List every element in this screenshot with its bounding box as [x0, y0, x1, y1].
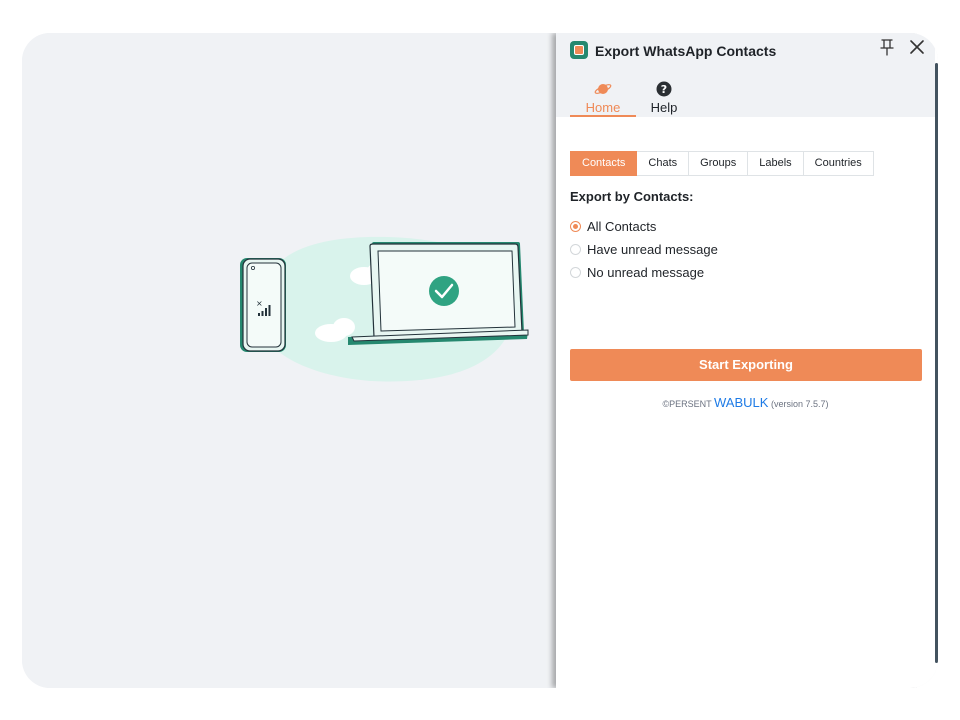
option-all-contacts[interactable]: All Contacts — [570, 219, 656, 234]
copyright-text: ©PERSENT — [662, 399, 712, 409]
nav-help-label: Help — [650, 100, 678, 115]
option-label: All Contacts — [587, 219, 657, 234]
phone-laptop-connected-illustration: × — [240, 236, 529, 382]
footer-credits: ©PERSENT WABULK (version 7.5.7) — [556, 395, 935, 410]
panel-header: Export WhatsApp Contacts Home ? Help — [556, 33, 935, 117]
option-label: No unread message — [587, 265, 705, 280]
tab-chats[interactable]: Chats — [637, 151, 690, 176]
export-contacts-panel: Export WhatsApp Contacts Home ? Help Con… — [556, 33, 938, 688]
panel-scrollbar-edge — [935, 63, 938, 663]
option-no-unread[interactable]: No unread message — [570, 265, 704, 280]
close-icon[interactable] — [908, 38, 926, 56]
app-window: × Export WhatsApp Contacts Home ? Help C… — [22, 33, 938, 688]
nav-help-tab[interactable]: ? Help — [644, 79, 684, 115]
pin-icon[interactable] — [879, 37, 895, 57]
option-label: Have unread message — [587, 242, 718, 257]
section-title: Export by Contacts: — [570, 189, 694, 204]
tab-groups[interactable]: Groups — [689, 151, 749, 176]
main-pane: × — [22, 33, 558, 688]
export-type-tabs: Contacts Chats Groups Labels Countries — [570, 151, 874, 176]
tab-countries[interactable]: Countries — [803, 151, 874, 176]
svg-text:×: × — [256, 299, 263, 308]
radio-button[interactable] — [570, 244, 581, 255]
start-exporting-button[interactable]: Start Exporting — [570, 349, 922, 381]
version-text: (version 7.5.7) — [770, 399, 829, 409]
active-tab-underline — [570, 115, 636, 117]
panel-title: Export WhatsApp Contacts — [595, 43, 777, 59]
nav-home-label: Home — [585, 100, 621, 115]
app-logo-icon — [570, 41, 588, 59]
question-circle-icon: ? — [656, 81, 672, 97]
svg-text:?: ? — [661, 83, 667, 96]
planet-icon — [594, 84, 612, 94]
nav-home-tab[interactable]: Home — [570, 79, 636, 117]
radio-button-checked[interactable] — [570, 221, 581, 232]
tab-labels[interactable]: Labels — [748, 151, 804, 176]
brand-link[interactable]: WABULK — [714, 395, 768, 410]
option-have-unread[interactable]: Have unread message — [570, 242, 718, 257]
tab-contacts[interactable]: Contacts — [570, 151, 638, 176]
radio-button[interactable] — [570, 267, 581, 278]
